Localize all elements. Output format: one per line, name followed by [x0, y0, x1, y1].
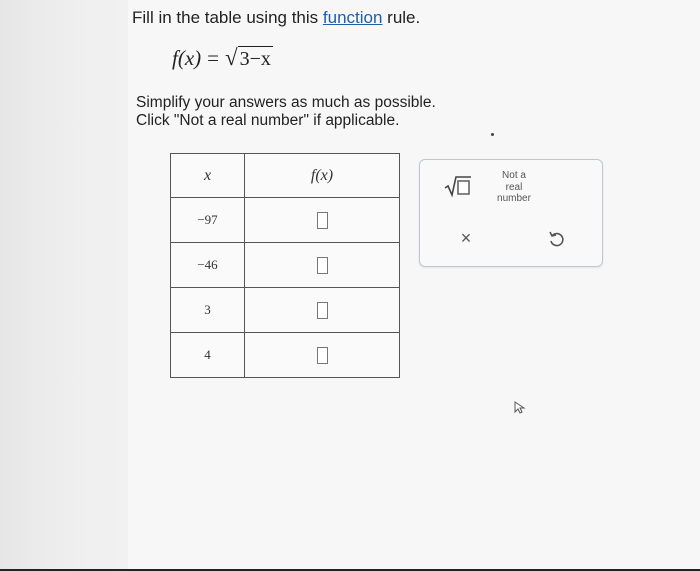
table-row: −46 [170, 242, 400, 288]
table-row: 4 [170, 332, 400, 378]
close-icon: × [460, 227, 472, 248]
screen-bezel-left [0, 0, 128, 571]
fx-answer-cell [244, 287, 400, 333]
radical-sign-icon: √ [225, 45, 238, 70]
note-line-1: Simplify your answers as much as possibl… [136, 94, 436, 111]
formula-equals: = [207, 46, 219, 70]
header-x: x [170, 153, 245, 198]
mouse-pointer-icon [513, 401, 527, 420]
formula-lhs: f(x) [172, 46, 202, 70]
instruction-prefix: Fill in the table using this [132, 8, 323, 27]
function-link[interactable]: function [323, 8, 383, 27]
fx-answer-cell [244, 332, 400, 378]
answer-input[interactable] [316, 346, 328, 364]
x-value: 3 [170, 287, 245, 333]
answer-input[interactable] [316, 256, 328, 274]
instruction-suffix: rule. [382, 8, 421, 27]
x-value: −46 [170, 242, 245, 288]
table-row: −97 [170, 197, 400, 243]
clear-button[interactable]: × [456, 228, 476, 248]
note-line-2: Click "Not a real number" if applicable. [136, 112, 400, 129]
table-header-row: x f(x) [170, 153, 400, 198]
undo-button[interactable] [545, 228, 567, 250]
screen-speck [491, 133, 494, 136]
square-root-button[interactable] [442, 172, 474, 200]
fx-answer-cell [244, 197, 400, 243]
x-value: 4 [170, 332, 245, 378]
answer-input[interactable] [316, 211, 328, 229]
function-formula: f(x) = √ 3−x [172, 46, 273, 71]
square-root-icon [444, 176, 471, 198]
not-real-line-3: number [497, 193, 531, 204]
values-table: x f(x) −97 −46 3 4 [170, 153, 400, 378]
instructions-note: Simplify your answers as much as possibl… [136, 94, 436, 130]
table-row: 3 [170, 287, 400, 333]
undo-icon [549, 231, 564, 247]
not-real-line-1: Not a [502, 170, 526, 181]
formula-radicand: 3−x [237, 46, 273, 70]
answer-input[interactable] [316, 301, 328, 319]
header-fx: f(x) [244, 153, 400, 198]
answer-palette: Not a real number × [419, 159, 603, 267]
x-value: −97 [170, 197, 245, 243]
not-real-line-2: real [505, 181, 523, 193]
formula-radical: √ 3−x [225, 46, 273, 71]
instruction-text: Fill in the table using this function ru… [132, 8, 420, 28]
not-a-real-number-button[interactable]: Not a real number [486, 170, 542, 204]
fx-answer-cell [244, 242, 400, 288]
